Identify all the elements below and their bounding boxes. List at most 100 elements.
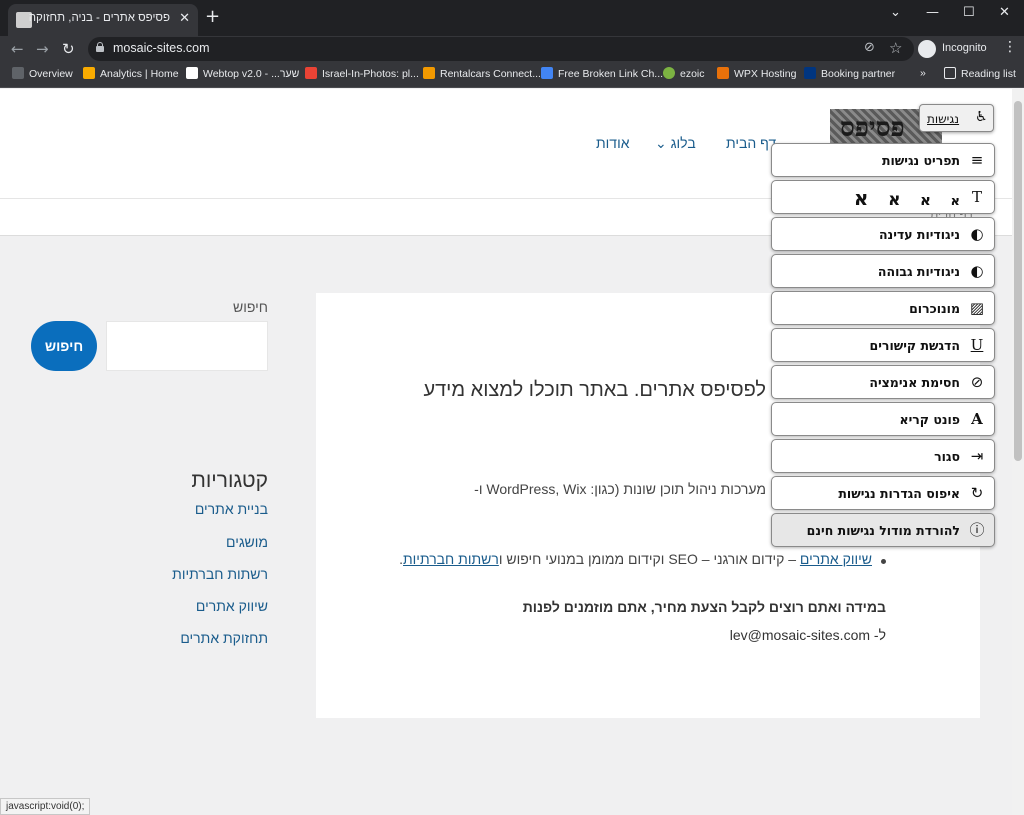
chevron-down-icon: ⌄ (655, 135, 671, 151)
underline-icon: U (970, 336, 984, 354)
third-party-cookies-blocked-icon[interactable]: ⊘ (864, 40, 875, 55)
font-size-medium-button[interactable]: א (920, 191, 931, 209)
cms-text: מערכות ניהול תוכן שונות (כגון: WordPress… (474, 481, 766, 497)
bookmark-analytics[interactable]: Analytics | Home (83, 67, 179, 83)
reload-icon[interactable]: ↻ (62, 40, 75, 58)
category-link[interactable]: בניית אתרים (110, 501, 268, 517)
bookmark-broken-link[interactable]: Free Broken Link Ch... (541, 67, 663, 83)
ezoic-icon (663, 67, 675, 79)
menu-icon: ≡ (970, 151, 984, 169)
booking-icon (804, 67, 816, 79)
chrome-menu-icon[interactable]: ⋮ (1003, 39, 1017, 55)
link-social-networks[interactable]: רשתות חברתיות (403, 551, 499, 567)
intro-text: לפסיפס אתרים. באתר תוכלו למצוא מידע (423, 379, 766, 401)
acc-item-label: הדגשת קישורים (869, 338, 960, 353)
maximize-icon[interactable]: ☐ (963, 5, 975, 20)
window-close-icon[interactable]: ✕ (999, 5, 1010, 20)
status-bar: javascript:void(0); (0, 798, 91, 815)
search-heading: חיפוש (233, 299, 268, 315)
forward-icon[interactable]: → (36, 40, 49, 58)
font-size-small-button[interactable]: א (951, 194, 960, 209)
close-tab-icon[interactable]: ✕ (179, 11, 190, 26)
download-accessibility-module-button[interactable]: להורדת מודול נגישות חינם ⓘ (771, 513, 995, 547)
bookmark-wpx[interactable]: WPX Hosting (717, 67, 796, 83)
font-size-controls: א א א א T (771, 180, 995, 214)
acc-item-label: סגור (934, 449, 960, 464)
category-link[interactable]: שיווק אתרים (110, 598, 268, 614)
high-contrast-button[interactable]: ניגודיות גבוהה ◐ (771, 254, 995, 288)
link-site-marketing[interactable]: שיווק אתרים (800, 551, 872, 567)
bookmark-webtop[interactable]: Webtop v2.0 - ...שער (186, 67, 299, 83)
readable-font-button[interactable]: פונט קריא A (771, 402, 995, 436)
tab-search-icon[interactable]: ⌄ (890, 5, 901, 20)
back-icon[interactable]: ← (11, 40, 24, 58)
reset-icon: ↻ (970, 484, 984, 502)
highlight-links-button[interactable]: הדגשת קישורים U (771, 328, 995, 362)
category-link[interactable]: מושגים (110, 534, 268, 550)
webtop-icon (186, 67, 198, 79)
bullet-text: – קידום אורגני – SEO וקידום ממומן במנועי… (498, 551, 800, 567)
search-input[interactable] (106, 321, 268, 371)
browser-toolbar: ← → ↻ mosaic-sites.com ⊘ ☆ Incognito ⋮ (0, 36, 1024, 62)
text-size-icon: T (971, 188, 982, 206)
image-icon: ▨ (969, 299, 985, 317)
monochrome-button[interactable]: מונוכרום ▨ (771, 291, 995, 325)
acc-item-label: איפוס הגדרות נגישות (838, 486, 960, 501)
page-scrollbar[interactable] (1012, 89, 1024, 815)
search-button[interactable]: חיפוש (31, 321, 97, 371)
accessibility-toggle-button[interactable]: נגישות ♿ (919, 104, 994, 132)
active-tab[interactable]: פסיפס אתרים - בניה, תחזוקה וש... ✕ (8, 4, 198, 36)
incognito-label: Incognito (942, 42, 987, 54)
category-link[interactable]: רשתות חברתיות (110, 566, 268, 582)
wheelchair-icon: ♿ (975, 109, 988, 125)
contrast-icon: ◐ (970, 225, 984, 243)
map-pin-icon (305, 67, 317, 79)
more-bookmarks-icon[interactable]: » (920, 67, 926, 83)
contact-email: ל- lev@mosaic-sites.com (729, 627, 886, 643)
font-size-large-button[interactable]: א (888, 190, 900, 210)
block-animation-button[interactable]: חסימת אנימציה ⊘ (771, 365, 995, 399)
bookmark-ezoic[interactable]: ezoic (663, 67, 705, 83)
eye-slash-icon: ⊘ (970, 373, 984, 391)
nav-home[interactable]: דף הבית (726, 135, 776, 151)
soft-contrast-button[interactable]: ניגודיות עדינה ◐ (771, 217, 995, 251)
analytics-icon (83, 67, 95, 79)
nav-blog[interactable]: ⌄ בלוג (655, 135, 696, 152)
address-bar[interactable]: mosaic-sites.com ⊘ ☆ (88, 37, 914, 61)
acc-item-label: תפריט נגישות (881, 153, 960, 168)
bookmark-icon (12, 67, 24, 79)
reading-list-icon (944, 67, 956, 79)
nav-about[interactable]: אודות (596, 135, 630, 151)
minimize-icon[interactable]: — (926, 5, 939, 20)
scrollbar-thumb[interactable] (1014, 101, 1022, 461)
reading-list[interactable]: Reading list (944, 67, 1016, 83)
bookmark-booking[interactable]: Booking partner (804, 67, 895, 83)
url-text[interactable]: mosaic-sites.com (113, 41, 210, 55)
new-tab-icon[interactable]: + (205, 8, 220, 26)
info-icon: ⓘ (969, 521, 985, 539)
close-accessibility-button[interactable]: סגור ⇥ (771, 439, 995, 473)
exit-icon: ⇥ (970, 447, 984, 465)
bookmark-israel-in-photos[interactable]: Israel-In-Photos: pl... (305, 67, 419, 83)
acc-item-label: ניגודיות עדינה (878, 227, 960, 242)
bookmark-rentalcars[interactable]: Rentalcars Connect... (423, 67, 541, 83)
category-link[interactable]: תחזוקת אתרים (110, 630, 268, 646)
font-size-xlarge-button[interactable]: א (854, 186, 869, 210)
acc-item-label: מונוכרום (909, 301, 960, 316)
bookmark-overview[interactable]: Overview (12, 67, 73, 83)
bookmarks-bar: Overview Analytics | Home Webtop v2.0 - … (0, 62, 1024, 88)
rentalcars-icon (423, 67, 435, 79)
tab-strip: פסיפס אתרים - בניה, תחזוקה וש... ✕ + ⌄ —… (0, 0, 1024, 36)
reset-accessibility-button[interactable]: איפוס הגדרות נגישות ↻ (771, 476, 995, 510)
services-bullet: שיווק אתרים – קידום אורגני – SEO וקידום … (399, 551, 872, 567)
bookmark-star-icon[interactable]: ☆ (889, 39, 902, 57)
cta-text: במידה ואתם רוצים לקבל הצעת מחיר, אתם מוז… (522, 599, 886, 615)
contrast-icon: ◐ (970, 262, 984, 280)
incognito-icon (918, 40, 936, 58)
categories-title: קטגוריות (191, 469, 268, 492)
acc-item-label: להורדת מודול נגישות חינם (806, 523, 960, 538)
acc-item-label: פונט קריא (899, 412, 960, 427)
lock-icon[interactable] (96, 42, 104, 52)
accessibility-menu-title: תפריט נגישות ≡ (771, 143, 995, 177)
acc-item-label: חסימת אנימציה (869, 375, 960, 390)
